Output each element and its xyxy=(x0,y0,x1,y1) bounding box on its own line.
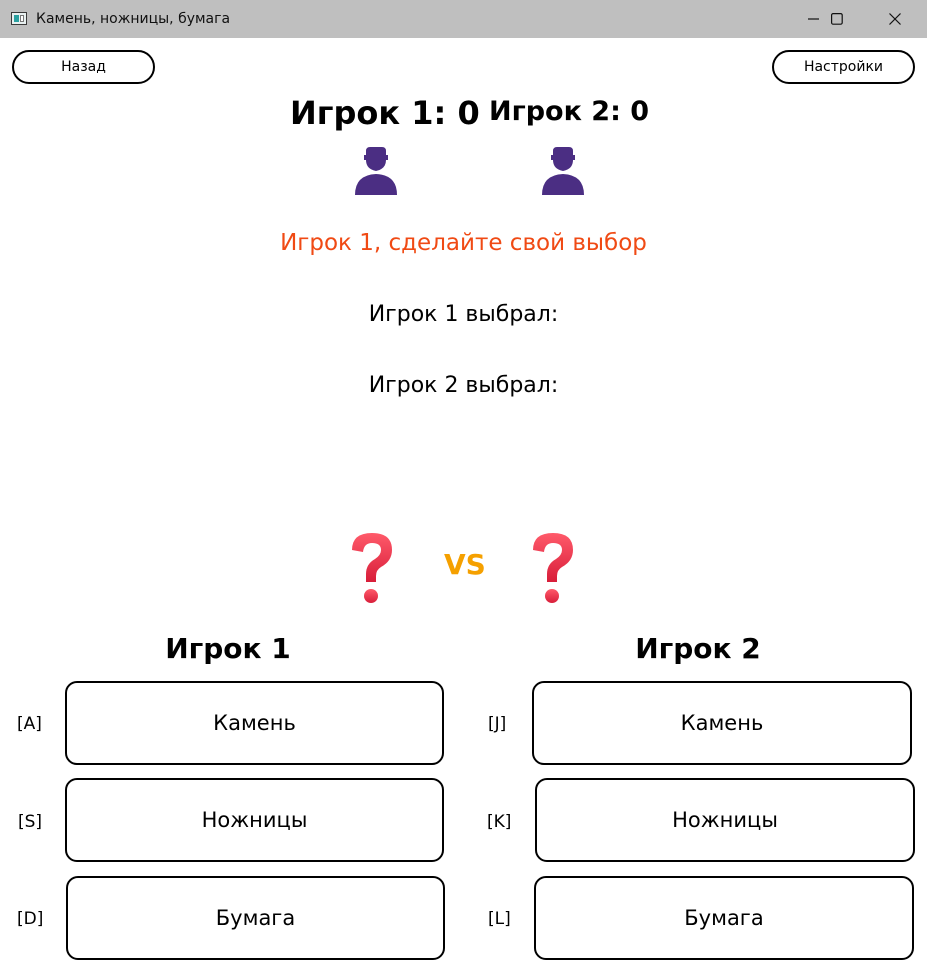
player1-paper-button[interactable]: Бумага xyxy=(66,876,445,960)
player2-key-paper: [L] xyxy=(488,909,511,929)
player2-paper-button[interactable]: Бумага xyxy=(534,876,914,960)
back-button[interactable]: Назад xyxy=(12,50,155,84)
player1-score: Игрок 1: 0 xyxy=(290,94,480,132)
player2-avatar-icon xyxy=(542,147,584,195)
player1-scissors-button[interactable]: Ножницы xyxy=(65,778,444,862)
player1-key-scissors: [S] xyxy=(18,812,43,832)
player1-rock-button[interactable]: Камень xyxy=(65,681,444,765)
versus-label: VS xyxy=(444,548,486,581)
player2-score: Игрок 2: 0 xyxy=(489,96,650,127)
maximize-button[interactable] xyxy=(814,0,860,38)
settings-button[interactable]: Настройки xyxy=(772,50,915,84)
window-titlebar[interactable]: Камень, ножницы, бумага xyxy=(0,0,927,38)
player1-question-mark-icon xyxy=(352,533,392,603)
player1-heading: Игрок 1 xyxy=(165,632,291,665)
player2-scissors-button[interactable]: Ножницы xyxy=(535,778,915,862)
app-icon xyxy=(11,12,27,25)
player2-question-mark-icon xyxy=(533,533,573,603)
close-button[interactable] xyxy=(872,0,918,38)
player2-key-rock: [J] xyxy=(488,714,507,734)
window-title: Камень, ножницы, бумага xyxy=(36,11,231,27)
player2-key-scissors: [K] xyxy=(487,812,512,832)
player1-choice-text: Игрок 1 выбрал: xyxy=(368,302,559,327)
player1-avatar-icon xyxy=(355,147,397,195)
player2-heading: Игрок 2 xyxy=(635,632,761,665)
player2-choice-text: Игрок 2 выбрал: xyxy=(368,373,559,398)
close-icon xyxy=(889,13,901,25)
maximize-icon xyxy=(831,13,843,25)
turn-prompt: Игрок 1, сделайте свой выбор xyxy=(280,230,647,256)
player1-key-paper: [D] xyxy=(17,909,44,929)
player1-key-rock: [A] xyxy=(17,714,42,734)
player2-rock-button[interactable]: Камень xyxy=(532,681,912,765)
